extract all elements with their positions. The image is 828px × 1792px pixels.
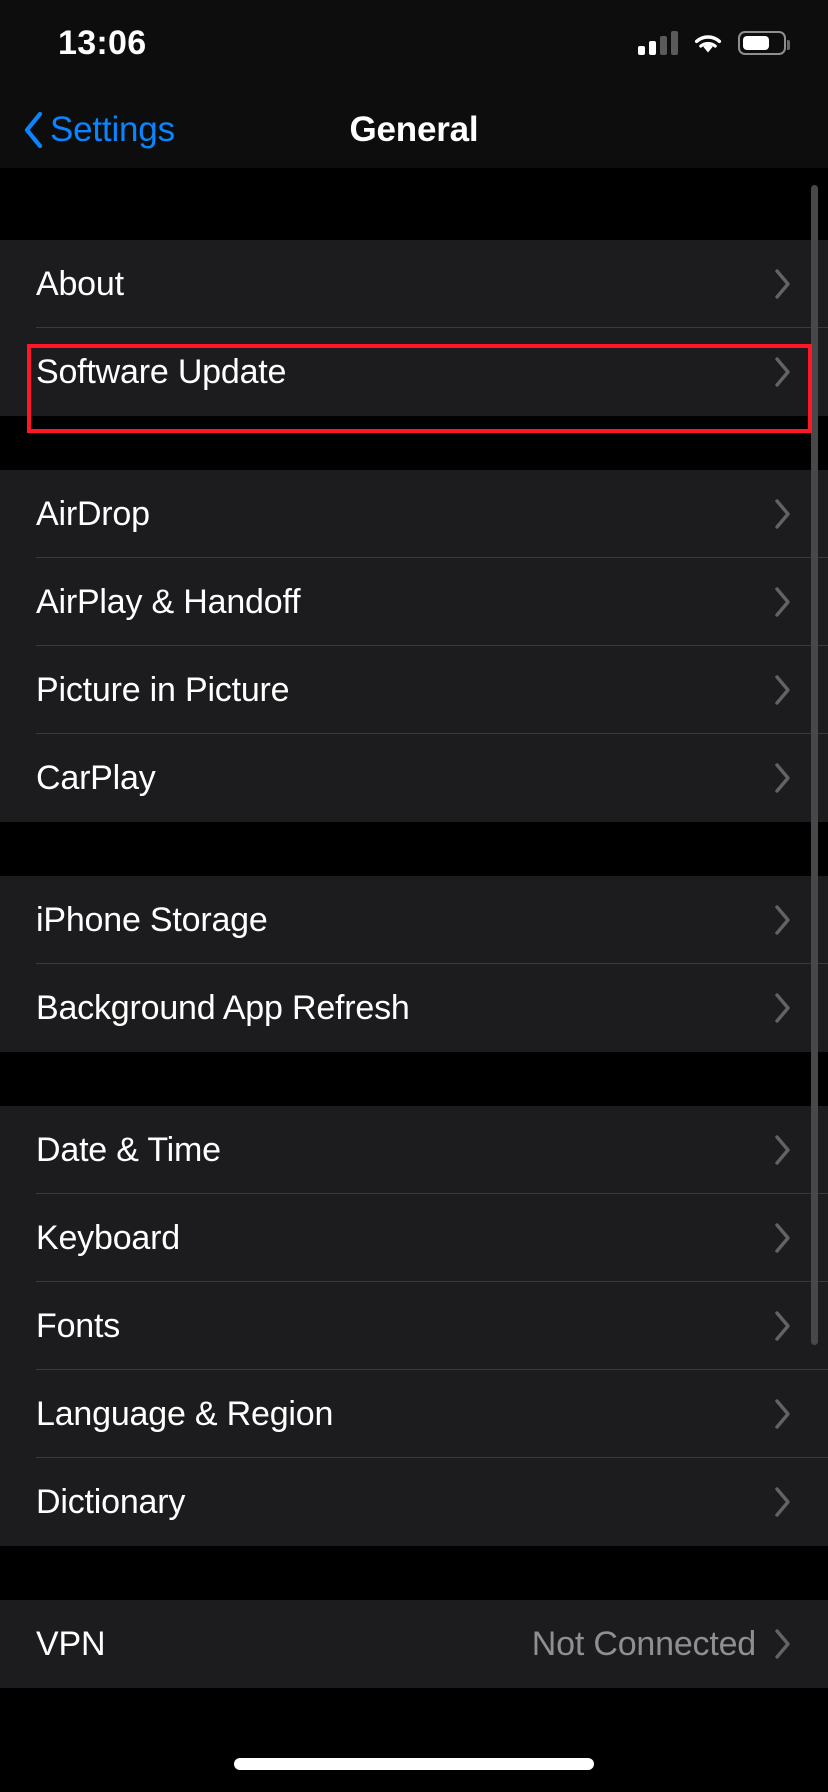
settings-row-label: Dictionary	[36, 1482, 186, 1521]
settings-row-detail: Not Connected	[531, 1624, 756, 1663]
settings-row[interactable]: Keyboard	[0, 1194, 828, 1282]
settings-row-label: CarPlay	[36, 758, 156, 797]
settings-row[interactable]: iPhone Storage	[0, 876, 828, 964]
settings-list[interactable]: About Software Update AirDrop AirPlay & Han…	[0, 168, 828, 1792]
settings-row-label: Background App Refresh	[36, 988, 410, 1027]
group-gap	[0, 1052, 828, 1106]
group-device-info: About Software Update	[0, 240, 828, 416]
group-gap	[0, 168, 828, 240]
chevron-right-icon	[775, 1629, 790, 1659]
chevron-right-icon	[775, 993, 790, 1023]
chevron-right-icon	[775, 1487, 790, 1517]
chevron-right-icon	[775, 499, 790, 529]
settings-row[interactable]: About	[0, 240, 828, 328]
settings-row-label: About	[36, 264, 124, 303]
settings-row[interactable]: CarPlay	[0, 734, 828, 822]
battery-icon	[738, 31, 790, 55]
settings-row-label: Picture in Picture	[36, 670, 290, 709]
group-gap	[0, 1546, 828, 1600]
iphone-settings-screen: 13:06 Settings General About Software Up…	[0, 0, 828, 1792]
chevron-right-icon	[775, 675, 790, 705]
settings-row[interactable]: AirPlay & Handoff	[0, 558, 828, 646]
chevron-right-icon	[775, 1311, 790, 1341]
settings-row-label: Keyboard	[36, 1218, 180, 1257]
chevron-right-icon	[775, 269, 790, 299]
settings-row[interactable]: Software Update	[0, 328, 828, 416]
settings-row-label: Date & Time	[36, 1130, 221, 1169]
chevron-right-icon	[775, 587, 790, 617]
settings-row[interactable]: Language & Region	[0, 1370, 828, 1458]
settings-row-label: Language & Region	[36, 1394, 334, 1433]
chevron-right-icon	[775, 1135, 790, 1165]
chevron-right-icon	[775, 357, 790, 387]
settings-row-label: Software Update	[36, 352, 287, 391]
settings-row-label: AirPlay & Handoff	[36, 582, 301, 621]
chevron-right-icon	[775, 763, 790, 793]
chevron-right-icon	[775, 1399, 790, 1429]
group-gap	[0, 416, 828, 470]
chevron-right-icon	[775, 1223, 790, 1253]
group-connectivity: AirDrop AirPlay & Handoff Picture in Pictu…	[0, 470, 828, 822]
status-bar: 13:06	[0, 0, 828, 92]
settings-row[interactable]: AirDrop	[0, 470, 828, 558]
settings-row-label: iPhone Storage	[36, 900, 268, 939]
settings-row[interactable]: Background App Refresh	[0, 964, 828, 1052]
group-storage: iPhone Storage Background App Refresh	[0, 876, 828, 1052]
settings-row[interactable]: Date & Time	[0, 1106, 828, 1194]
vertical-scrollbar[interactable]	[811, 185, 818, 1345]
status-bar-time: 13:06	[58, 24, 147, 62]
settings-row[interactable]: Dictionary	[0, 1458, 828, 1546]
settings-row[interactable]: Picture in Picture	[0, 646, 828, 734]
home-indicator[interactable]	[234, 1758, 594, 1770]
settings-row[interactable]: VPN Not Connected	[0, 1600, 828, 1688]
navigation-bar: Settings General	[0, 92, 828, 168]
settings-row-label: AirDrop	[36, 494, 150, 533]
group-vpn: VPN Not Connected	[0, 1600, 828, 1688]
cellular-bars-icon	[638, 31, 678, 55]
settings-row-label: VPN	[36, 1624, 106, 1663]
wifi-icon	[692, 31, 724, 55]
settings-row-label: Fonts	[36, 1306, 121, 1345]
settings-row[interactable]: Fonts	[0, 1282, 828, 1370]
chevron-right-icon	[775, 905, 790, 935]
group-gap	[0, 822, 828, 876]
page-title: General	[349, 110, 479, 149]
status-bar-indicators	[638, 28, 790, 58]
group-localization: Date & Time Keyboard Fonts Language & Regio…	[0, 1106, 828, 1546]
